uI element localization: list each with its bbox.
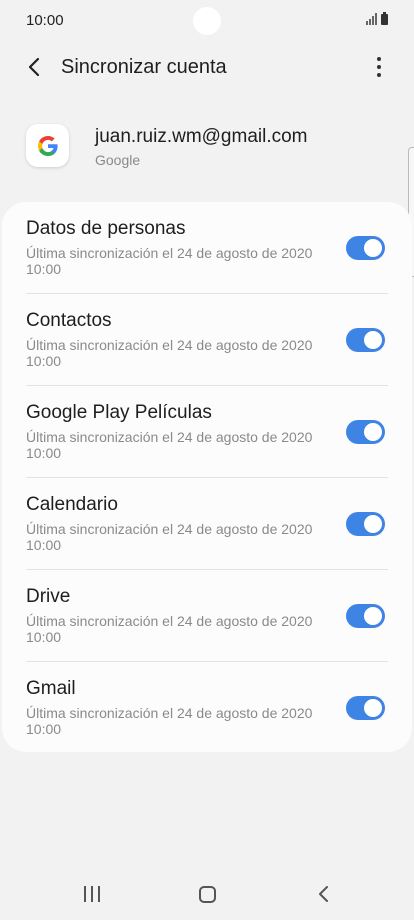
sync-item-label: Google Play Películas <box>26 402 212 423</box>
status-time: 10:00 <box>26 12 64 29</box>
sync-item-label: Datos de personas <box>26 218 186 239</box>
sync-toggle[interactable] <box>346 696 385 720</box>
sync-item-subtitle: Última sincronización el 24 de agosto de… <box>26 337 313 369</box>
signal-icon <box>366 13 377 25</box>
more-vert-icon <box>377 57 381 61</box>
sync-item-contactos[interactable]: Contactos Última sincronización el 24 de… <box>2 294 412 386</box>
recents-icon[interactable] <box>84 886 100 902</box>
nav-back-icon[interactable] <box>314 884 334 904</box>
sync-item-drive[interactable]: Drive Última sincronización el 24 de ago… <box>2 570 412 662</box>
sync-item-google-play-peliculas[interactable]: Google Play Películas Última sincronizac… <box>2 386 412 478</box>
sync-item-gmail[interactable]: Gmail Última sincronización el 24 de ago… <box>2 662 412 754</box>
sync-item-calendario[interactable]: Calendario Última sincronización el 24 d… <box>2 478 412 570</box>
app-bar: Sincronizar cuenta <box>0 42 414 92</box>
battery-icon <box>381 12 388 25</box>
more-options-button[interactable] <box>364 52 394 82</box>
account-header: juan.ruiz.wm@gmail.com Google <box>0 116 414 186</box>
sync-toggle[interactable] <box>346 328 385 352</box>
sync-item-subtitle: Última sincronización el 24 de agosto de… <box>26 245 313 277</box>
sync-item-subtitle: Última sincronización el 24 de agosto de… <box>26 705 313 737</box>
camera-cutout <box>193 7 221 35</box>
status-bar: 10:00 <box>0 0 414 42</box>
sync-item-label: Calendario <box>26 494 118 515</box>
home-icon[interactable] <box>199 886 216 903</box>
account-provider: Google <box>95 152 141 168</box>
sync-toggle[interactable] <box>346 236 385 260</box>
back-arrow-icon <box>28 57 40 77</box>
sync-item-subtitle: Última sincronización el 24 de agosto de… <box>26 613 313 645</box>
google-logo-icon <box>26 124 69 167</box>
sync-item-subtitle: Última sincronización el 24 de agosto de… <box>26 429 313 461</box>
sync-item-label: Gmail <box>26 678 76 699</box>
status-icons <box>366 12 388 25</box>
page-title: Sincronizar cuenta <box>61 56 227 78</box>
sync-toggle[interactable] <box>346 604 385 628</box>
navigation-bar <box>0 870 414 920</box>
back-button[interactable] <box>20 52 50 82</box>
sync-item-label: Drive <box>26 586 71 607</box>
sync-item-subtitle: Última sincronización el 24 de agosto de… <box>26 521 313 553</box>
sync-item-label: Contactos <box>26 310 112 331</box>
sync-list: Datos de personas Última sincronización … <box>2 202 412 752</box>
sync-toggle[interactable] <box>346 420 385 444</box>
account-email: juan.ruiz.wm@gmail.com <box>95 126 308 147</box>
sync-toggle[interactable] <box>346 512 385 536</box>
sync-item-datos-de-personas[interactable]: Datos de personas Última sincronización … <box>2 202 412 294</box>
